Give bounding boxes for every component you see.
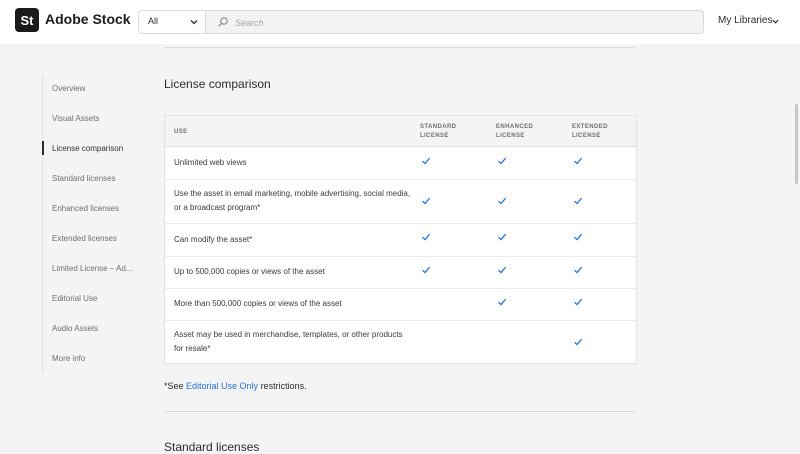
checkmark-icon — [422, 197, 431, 205]
table-row: Use the asset in email marketing, mobile… — [165, 179, 636, 224]
checkmark-icon — [498, 233, 507, 241]
sidebar-item-editorial-use[interactable]: Editorial Use — [52, 294, 97, 303]
sidebar-item-standard-licenses[interactable]: Standard licenses — [52, 174, 116, 183]
checkmark-icon — [498, 298, 507, 306]
chevron-down-icon — [190, 20, 198, 25]
sidebar-item-license-comparison[interactable]: License comparison — [52, 144, 123, 153]
checkmark-icon — [574, 338, 583, 346]
checkmark-icon — [422, 233, 431, 241]
search-icon — [218, 17, 228, 27]
checkmark-icon — [498, 157, 507, 165]
divider — [164, 411, 635, 412]
scrollbar-thumb[interactable] — [795, 104, 798, 184]
page-title: License comparison — [164, 77, 271, 91]
search-bar: All — [138, 10, 704, 34]
footnote: *See Editorial Use Only restrictions. — [164, 381, 307, 391]
sidebar-item-more-info[interactable]: More info — [52, 354, 85, 363]
adobe-stock-logo[interactable]: St — [15, 8, 39, 32]
sidebar-item-extended-licenses[interactable]: Extended licenses — [52, 234, 117, 243]
brand-name[interactable]: Adobe Stock — [45, 11, 131, 27]
table-row: Unlimited web views — [165, 147, 636, 180]
checkmark-icon — [422, 157, 431, 165]
sidebar-item-visual-assets[interactable]: Visual Assets — [52, 114, 99, 123]
filter-value: All — [148, 16, 159, 26]
column-header-use: USE — [174, 129, 188, 135]
checkmark-icon — [574, 157, 583, 165]
search-input[interactable] — [233, 14, 687, 32]
footnote-suffix: restrictions. — [258, 381, 307, 391]
table-row: Asset may be used in merchandise, templa… — [165, 320, 636, 364]
use-cell: Up to 500,000 copies or views of the ass… — [174, 267, 325, 276]
top-bar: St Adobe Stock All My Libraries — [0, 0, 800, 44]
use-cell: Unlimited web views — [174, 158, 247, 167]
page-sidebar-nav: Overview Visual Assets License compariso… — [42, 74, 153, 374]
checkmark-icon — [422, 266, 431, 274]
column-header-enhanced: ENHANCED LICENSE — [496, 124, 534, 139]
use-cell: Use the asset in email marketing, mobile… — [174, 189, 411, 212]
table-header: USE STANDARD LICENSE ENHANCED LICENSE EX… — [165, 116, 636, 147]
active-indicator — [42, 141, 44, 155]
section-title-standard-licenses: Standard licenses — [164, 440, 260, 454]
footnote-prefix: *See — [164, 381, 187, 391]
checkmark-icon — [574, 266, 583, 274]
chevron-down-icon[interactable] — [771, 17, 780, 26]
table-row: Can modify the asset* — [165, 223, 636, 257]
table-row: More than 500,000 copies or views of the… — [165, 288, 636, 321]
sidebar-item-audio-assets[interactable]: Audio Assets — [52, 324, 98, 333]
column-header-extended: EXTENDED LICENSE — [572, 124, 608, 139]
sidebar-item-enhanced-licenses[interactable]: Enhanced licenses — [52, 204, 119, 213]
checkmark-icon — [498, 197, 507, 205]
editorial-use-link[interactable]: Editorial Use Only — [186, 381, 258, 391]
license-comparison-table: USE STANDARD LICENSE ENHANCED LICENSE EX… — [164, 115, 637, 364]
checkmark-icon — [574, 298, 583, 306]
logo-text: St — [20, 12, 34, 28]
checkmark-icon — [574, 233, 583, 241]
asset-type-filter[interactable]: All — [139, 11, 206, 33]
column-header-standard: STANDARD LICENSE — [420, 124, 457, 139]
my-libraries-menu[interactable]: My Libraries — [718, 15, 772, 26]
use-cell: More than 500,000 copies or views of the… — [174, 299, 342, 308]
scrollbar[interactable] — [795, 44, 800, 449]
checkmark-icon — [498, 266, 507, 274]
sidebar-item-limited-license[interactable]: Limited License – Ad... — [52, 264, 133, 273]
use-cell: Can modify the asset* — [174, 234, 253, 244]
sidebar-item-overview[interactable]: Overview — [52, 84, 85, 93]
checkmark-icon — [574, 197, 583, 205]
use-cell: Asset may be used in merchandise, templa… — [174, 330, 403, 353]
divider — [164, 47, 635, 48]
table-row: Up to 500,000 copies or views of the ass… — [165, 256, 636, 289]
